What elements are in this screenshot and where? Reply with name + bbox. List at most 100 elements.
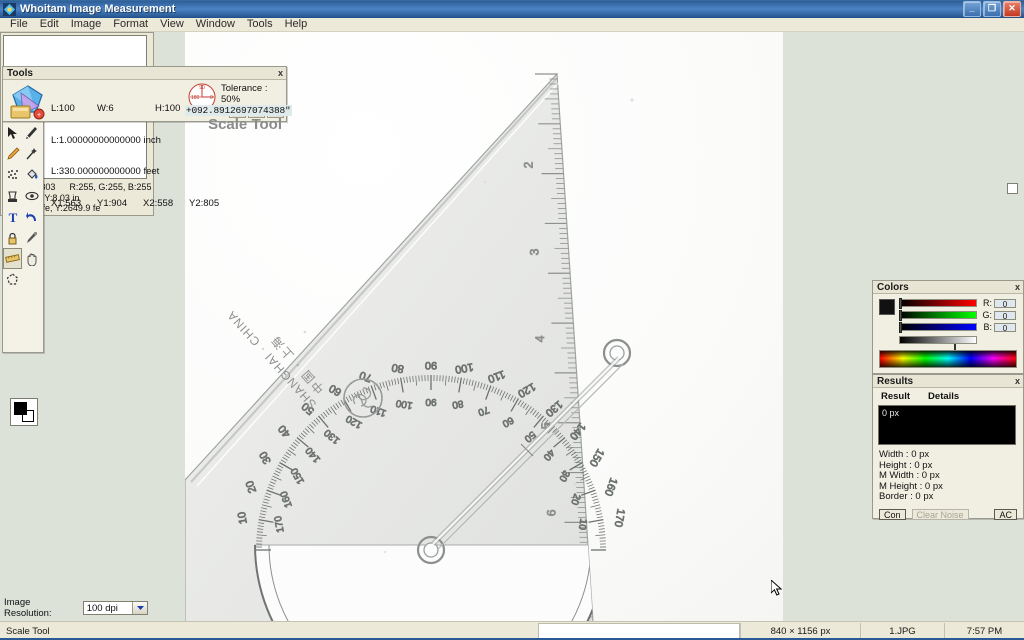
title-bar: Whoitam Image Measurement _ ❐ ✕ [0,0,1024,18]
green-slider[interactable] [899,310,977,321]
pencil-icon[interactable] [3,143,22,164]
stat-m-width: M Width : 0 px [879,470,940,481]
tolerance-label: Tolerance : 50% [221,83,268,105]
red-label: R: [983,298,992,308]
window-title: Whoitam Image Measurement [20,3,176,15]
menu-image[interactable]: Image [65,18,108,31]
svg-text:150: 150 [587,447,607,469]
tab-details[interactable]: Details [928,391,959,402]
tools-panel: Tools x + L:100 W:6 H:100 L:1.0000000000… [2,66,292,208]
svg-text:0: 0 [210,95,213,101]
close-button[interactable]: ✕ [1003,1,1021,17]
results-buttons: Con Clear Noise AC [879,509,1017,520]
colors-panel: Colors x R: 0 G: 0 B: 0 [872,280,1024,374]
red-slider-row: R: 0 [899,298,1016,309]
results-panel: Results x Result Details 0 px Width : 0 … [872,374,1024,520]
width-px-value: W:6 [97,103,114,114]
results-stats: Width : 0 px Height : 0 px M Width : 0 p… [879,449,943,503]
y1-value: Y1:904 [97,197,128,209]
stamp-icon[interactable] [3,185,22,206]
status-input-field[interactable] [538,622,740,640]
menu-file[interactable]: File [4,18,34,31]
svg-text:3: 3 [527,248,541,255]
blue-value[interactable]: 0 [994,322,1016,333]
stat-width: Width : 0 px [879,449,930,460]
arrow-cursor-icon[interactable] [3,122,22,143]
tab-result[interactable]: Result [881,391,910,402]
paint-bucket-icon[interactable] [22,164,41,185]
status-mode: Scale Tool [6,625,50,637]
window-controls: _ ❐ ✕ [963,1,1021,17]
polygon-icon[interactable] [3,269,22,290]
tools-panel-header: Tools x [3,67,286,80]
red-value[interactable]: 0 [994,298,1016,309]
resolution-select[interactable]: 100 dpi [82,601,148,615]
stat-border: Border : 0 px [879,491,934,502]
minimize-button[interactable]: _ [963,1,981,17]
length-feet-value: L:330.000000000000 feet [51,166,160,177]
app-icon [3,2,16,16]
blue-slider-row: B: 0 [899,322,1016,333]
colors-panel-header: Colors x [873,281,1023,294]
results-output[interactable]: 0 px [878,405,1016,445]
status-filename: 1.JPG [860,623,944,639]
grayscale-slider[interactable] [899,336,977,350]
tool-strip: T [2,120,44,426]
text-tool-icon[interactable]: T [3,206,22,227]
svg-text:4: 4 [533,335,547,342]
menu-view[interactable]: View [154,18,190,31]
blue-label: B: [983,322,992,332]
svg-text:+: + [37,112,41,119]
red-slider[interactable] [899,298,977,309]
current-color-swatch[interactable] [879,299,895,315]
foreground-color-swatch[interactable] [14,402,27,415]
x2-value: X2:558 [143,197,174,209]
svg-text:6: 6 [545,509,559,516]
results-panel-title: Results [877,375,914,387]
rgb-sliders: R: 0 G: 0 B: 0 [899,298,1016,334]
x1-value: X1:563 [51,197,82,209]
green-value[interactable]: 0 [994,310,1016,321]
spray-icon[interactable] [3,164,22,185]
svg-text:180: 180 [191,95,200,101]
menu-format[interactable]: Format [107,18,154,31]
scale-tool-icon: + [10,85,45,120]
restore-button[interactable]: ❐ [983,1,1001,17]
results-panel-close-icon[interactable]: x [1014,376,1021,386]
svg-text:170: 170 [612,508,627,528]
pen-icon[interactable] [22,122,41,143]
svg-text:90: 90 [425,359,437,371]
svg-text:160: 160 [602,476,620,497]
lock-icon[interactable] [3,227,22,248]
workspace: 23456 10 170 20 160 30 150 40 140 50 130 60 120 70 11… [0,32,1024,622]
length-inch-value: L:1.00000000000000 inch [51,134,161,146]
svg-text:90: 90 [425,396,437,407]
navigator-checkbox[interactable] [1007,183,1018,194]
svg-text:2: 2 [522,161,536,168]
eye-icon[interactable] [22,185,41,206]
menu-edit[interactable]: Edit [34,18,65,31]
ruler-icon[interactable] [3,248,22,269]
con-button[interactable]: Con [879,509,906,520]
menu-bar: File Edit Image Format View Window Tools… [0,18,1024,32]
results-tabs: Result Details [881,391,959,402]
svg-text:10: 10 [236,511,250,525]
hand-icon[interactable] [22,248,41,269]
menu-tools[interactable]: Tools [241,18,279,31]
chevron-down-icon[interactable] [132,602,147,614]
green-label: G: [982,310,992,320]
magic-wand-icon[interactable] [22,143,41,164]
color-swatch[interactable] [10,398,38,426]
ac-button[interactable]: AC [994,509,1017,520]
angle-readout: +092.8912697074388" [185,105,292,116]
undo-arrow-icon[interactable] [22,206,41,227]
tools-panel-close-icon[interactable]: x [277,68,284,78]
resolution-row: Image Resolution: 100 dpi [4,597,148,619]
menu-help[interactable]: Help [279,18,314,31]
menu-window[interactable]: Window [190,18,241,31]
eyedropper-icon[interactable] [22,227,41,248]
hue-spectrum-picker[interactable] [879,350,1017,368]
blue-slider[interactable] [899,322,977,333]
application-window: Whoitam Image Measurement _ ❐ ✕ File Edi… [0,0,1024,640]
colors-panel-close-icon[interactable]: x [1014,282,1021,292]
